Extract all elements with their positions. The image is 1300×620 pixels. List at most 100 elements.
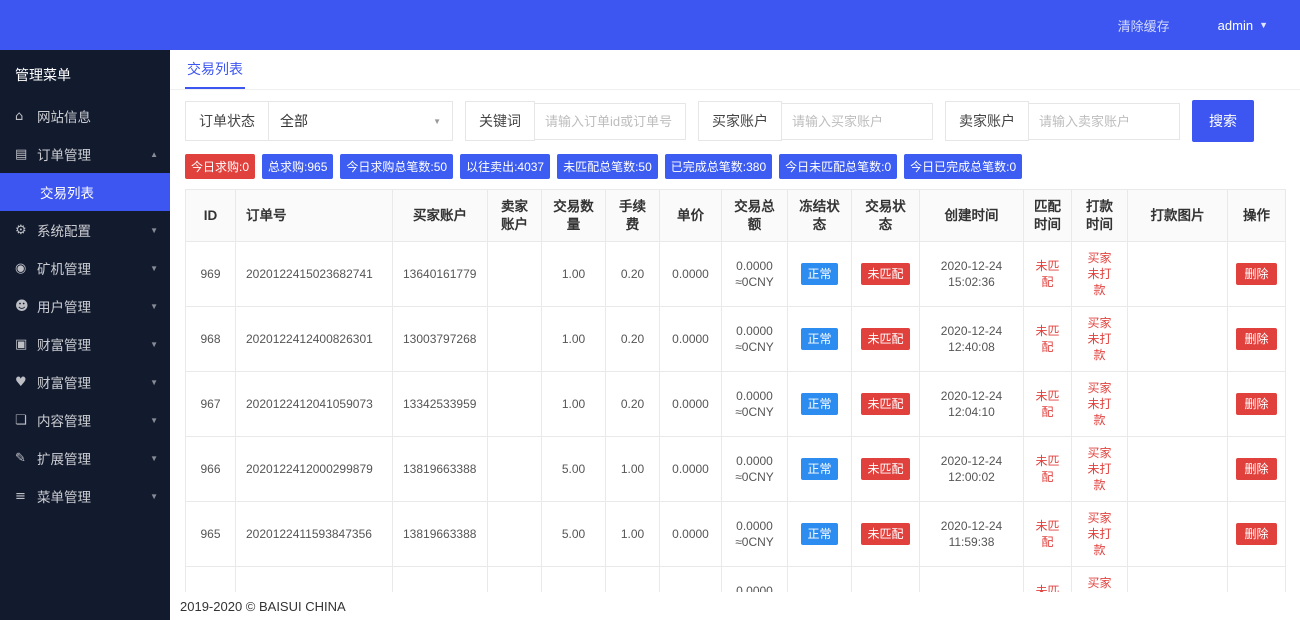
cell-fee: 1.00 [605,436,660,503]
keyword-filter: 关键词 [465,101,686,141]
chevron-down-icon: ▼ [150,263,158,273]
cell-seller [487,241,542,308]
order-status-select[interactable]: 全部 ▼ [268,101,453,141]
sidebar-item-transaction-list[interactable]: 交易列表 [0,173,170,211]
sidebar-item-content-management[interactable]: ❏ 内容管理 ▼ [0,401,170,439]
sidebar-item-menu-management[interactable]: ≡ 菜单管理 ▼ [0,477,170,515]
chevron-down-icon: ▼ [150,339,158,349]
users-icon: ☻ [15,298,29,314]
wrench-icon: ✎ [15,450,26,466]
cell-pay-text: 买家未打款 [1087,445,1112,493]
buyer-input[interactable] [781,102,933,140]
sidebar-item-extension-management[interactable]: ✎ 扩展管理 ▼ [0,439,170,477]
content: 订单状态 全部 ▼ 关键词 买家账户 卖家账户 [170,90,1300,592]
cell-fee [605,566,660,592]
column-header: 交易状态 [851,189,920,243]
keyword-input[interactable] [534,102,686,140]
cell-match-text: 未匹配 [1035,388,1060,420]
seller-input[interactable] [1028,102,1180,140]
column-header: 单价 [659,189,722,243]
table-row: 966 2020122412000299879 13819663388 5.00 1.0… [185,436,1286,503]
cell-total: 0.0000 ≈0CNY [721,566,788,592]
delete-button[interactable]: 删除 [1236,523,1277,546]
cell-price: 0.0000 [659,501,722,568]
cell-status: 未匹配 [851,436,920,503]
cell-fee: 0.20 [605,306,660,373]
tab-transaction-list[interactable]: 交易列表 [185,49,245,89]
heart-icon: ♥ [15,374,27,390]
sidebar-item-user-management[interactable]: ☻ 用户管理 ▼ [0,287,170,325]
buyer-label: 买家账户 [698,101,782,141]
sidebar-item-miner-management[interactable]: ◉ 矿机管理 ▼ [0,249,170,287]
cell-pay_image [1127,371,1228,438]
cell-pay_image [1127,436,1228,503]
cell-total: 0.0000 ≈0CNY [721,241,788,308]
keyword-label: 关键词 [465,101,535,141]
cell-match: 未匹配 [1023,566,1072,592]
cell-quantity: 1.00 [541,306,606,373]
sidebar-item-wealth-management-2[interactable]: ♥ 财富管理 ▼ [0,363,170,401]
clear-cache-link[interactable]: 清除缓存 [1118,16,1170,35]
user-menu[interactable]: admin ▼ [1218,18,1268,33]
tabbar: 交易列表 [170,50,1300,90]
cell-pay_image [1127,306,1228,373]
chevron-up-icon: ▲ [150,149,158,159]
cell-pay: 买家未打款 [1071,436,1128,503]
delete-button[interactable]: 删除 [1236,328,1277,351]
gears-icon: ⚙ [15,222,27,238]
topbar: 清除缓存 admin ▼ [0,0,1300,50]
stat-badge: 今日求购总笔数:50 [340,154,454,179]
cell-buyer: 13819663388 [392,436,488,503]
sidebar-item-label: 菜单管理 [37,490,91,505]
table-row: 0.0000 ≈0CNY 2020-12-24 未匹配 买家未打款 [185,566,1286,592]
sidebar-item-site-info[interactable]: ⌂ 网站信息 [0,97,170,135]
cell-match: 未匹配 [1023,306,1072,373]
sidebar-item-label: 系统配置 [37,224,91,239]
cell-buyer [392,566,488,592]
cell-buyer: 13819663388 [392,501,488,568]
user-name: admin [1217,17,1254,33]
cell-status: 未匹配 [851,306,920,373]
seller-label: 卖家账户 [945,101,1029,141]
delete-button[interactable]: 删除 [1236,393,1277,416]
stat-badge: 已完成总笔数:380 [664,154,773,179]
cell-match-text: 未匹配 [1035,453,1060,485]
sidebar-nav: ⌂ 网站信息 ▤ 订单管理 ▲ 交易列表 ⚙ 系统配置 ▼ ◉ 矿机管理 ▼ ☻ 用户管理 ▼ ▣ 财富管理 ▼ ♥… [0,97,170,515]
cell-match: 未匹配 [1023,241,1072,308]
stat-badge: 今日求购:0 [185,154,256,179]
column-header: 打款时间 [1071,189,1128,243]
sidebar-item-label: 财富管理 [37,376,91,391]
table-row: 968 2020122412400826301 13003797268 1.00 0.2… [185,306,1286,373]
cell-pay_image [1127,501,1228,568]
cell-total: 0.0000 ≈0CNY [721,501,788,568]
cell-freeze: 正常 [787,501,852,568]
cell-total: 0.0000 ≈0CNY [721,436,788,503]
column-header: 手续费 [605,189,660,243]
cell-created: 2020-12-24 15:02:36 [919,241,1024,308]
chevron-down-icon: ▼ [150,491,158,501]
cell-order_no: 2020122412000299879 [235,436,393,503]
cell-action [1227,566,1286,592]
transactions-table-scroll[interactable]: ID 订单号 买家账户 卖家账户 交易数量 手续费 单价 交易总额 冻结状态 交易状态 创建时间 匹配… [185,189,1286,592]
cell-status: 未匹配 [851,241,920,308]
cell-pay-text: 买家未打款 [1087,510,1112,558]
sidebar-item-wealth-management-1[interactable]: ▣ 财富管理 ▼ [0,325,170,363]
sidebar-item-system-config[interactable]: ⚙ 系统配置 ▼ [0,211,170,249]
delete-button[interactable]: 删除 [1236,458,1277,481]
delete-button[interactable]: 删除 [1236,263,1277,286]
search-button[interactable]: 搜索 [1192,100,1254,142]
cell-pay: 买家未打款 [1071,566,1128,592]
table-row: 965 2020122411593847356 13819663388 5.00 1.0… [185,501,1286,568]
trade-status-badge: 未匹配 [861,523,910,546]
cell-quantity: 5.00 [541,501,606,568]
sidebar-item-order-management[interactable]: ▤ 订单管理 ▲ [0,135,170,173]
order-status-filter: 订单状态 全部 ▼ [185,101,453,141]
cell-total: 0.0000 ≈0CNY [721,371,788,438]
cell-order_no: 2020122412041059073 [235,371,393,438]
cell-quantity: 1.00 [541,241,606,308]
trade-status-badge: 未匹配 [861,328,910,351]
chevron-down-icon: ▼ [150,415,158,425]
cell-quantity: 1.00 [541,371,606,438]
freeze-status-badge: 正常 [801,458,838,481]
cell-freeze [787,566,852,592]
